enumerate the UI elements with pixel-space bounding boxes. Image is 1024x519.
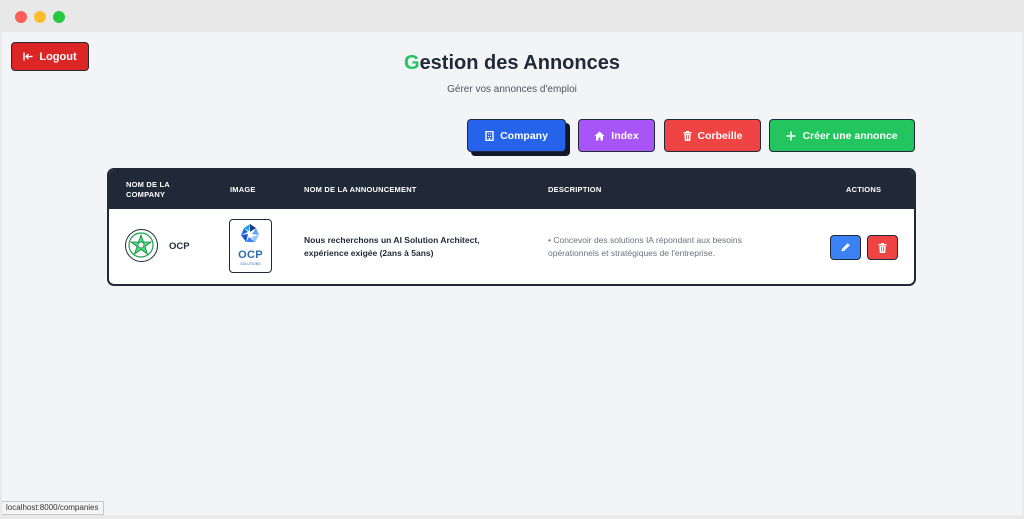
announcement-description: • Concevoir des solutions IA répondant a…: [548, 235, 742, 258]
company-image-text: OCP: [238, 249, 263, 261]
table-header: NOM DE LA COMPANY IMAGE NOM DE LA ANNOUN…: [109, 170, 914, 209]
plus-icon: [786, 131, 796, 140]
column-header-company: NOM DE LA COMPANY: [126, 180, 170, 199]
announcement-title: Nous recherchons un AI Solution Architec…: [304, 235, 480, 258]
trash-icon: [683, 130, 692, 141]
column-header-description: DESCRIPTION: [548, 185, 602, 194]
table-row: OCP OCP SOLUTIONS Nous recherchons un AI…: [109, 209, 914, 284]
index-button[interactable]: Index: [578, 119, 655, 152]
pencil-icon: [841, 243, 850, 252]
company-name: OCP: [169, 241, 190, 252]
page-viewport: Logout Gestion des Annonces Gérer vos an…: [2, 32, 1022, 515]
column-header-announcement: NOM DE LA ANNOUNCEMENT: [304, 185, 417, 194]
company-image: OCP SOLUTIONS: [229, 219, 272, 273]
maximize-window-button[interactable]: [53, 11, 65, 23]
index-button-label: Index: [611, 129, 639, 142]
edit-button[interactable]: [830, 235, 861, 260]
trash-button-label: Corbeille: [697, 129, 743, 142]
page-title-accent: G: [404, 52, 420, 74]
company-button-label: Company: [500, 129, 548, 142]
page-title-rest: estion des Annonces: [419, 52, 620, 74]
company-logo: [125, 229, 158, 262]
page-title: Gestion des Annonces: [2, 52, 1022, 75]
trash-icon: [878, 242, 887, 253]
home-icon: [594, 131, 605, 140]
column-header-image: IMAGE: [230, 185, 256, 194]
window-titlebar: [0, 0, 1024, 32]
status-bar-url: localhost:8000/companies: [2, 501, 104, 515]
delete-button[interactable]: [867, 235, 898, 260]
minimize-window-button[interactable]: [34, 11, 46, 23]
company-button[interactable]: Company: [467, 119, 566, 152]
building-icon: [485, 130, 494, 141]
create-button-label: Créer une annonce: [802, 129, 898, 142]
create-announcement-button[interactable]: Créer une annonce: [769, 119, 915, 152]
close-window-button[interactable]: [15, 11, 27, 23]
column-header-actions: ACTIONS: [846, 185, 882, 194]
announcements-table: NOM DE LA COMPANY IMAGE NOM DE LA ANNOUN…: [107, 168, 916, 286]
page-subtitle: Gérer vos annonces d'emploi: [447, 84, 577, 95]
company-image-subtext: SOLUTIONS: [240, 262, 261, 266]
trash-button[interactable]: Corbeille: [664, 119, 761, 152]
